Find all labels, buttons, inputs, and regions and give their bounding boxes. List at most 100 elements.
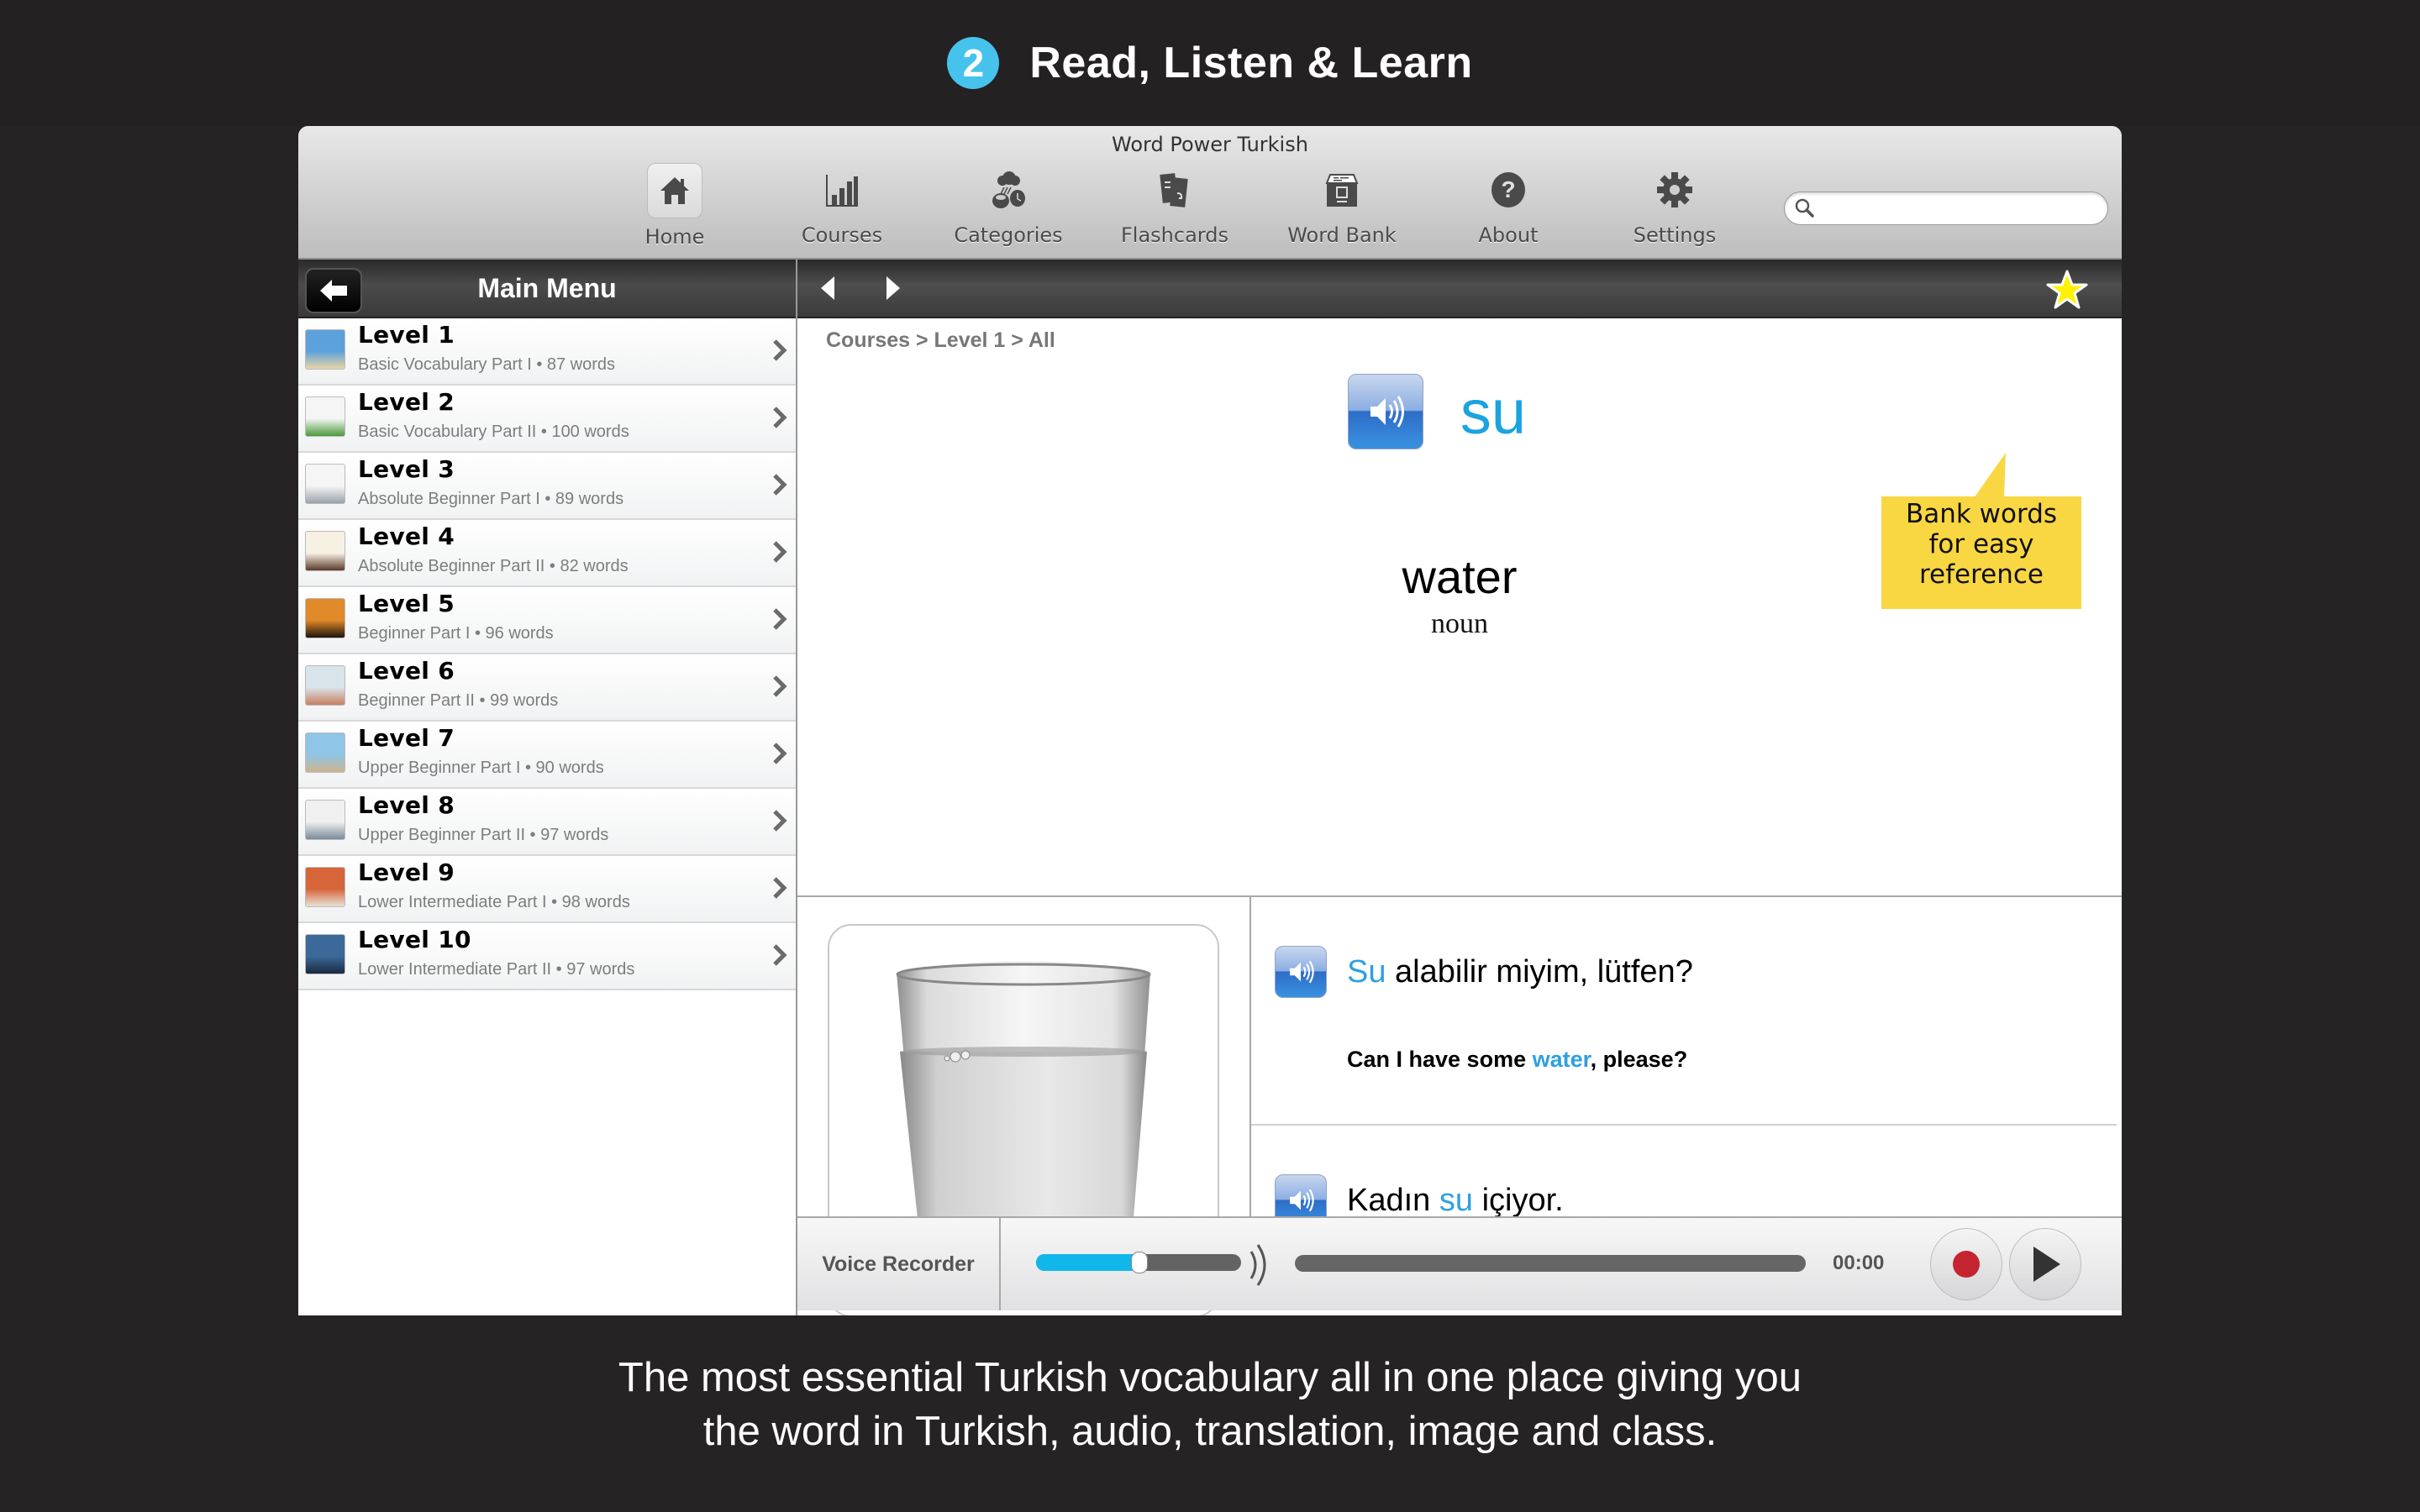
record-icon (1953, 1251, 1980, 1278)
turkish-sentence: Kadın su içiyor. (1347, 1183, 1564, 1219)
level-title: Level 9 (358, 858, 455, 886)
speaker-icon (1290, 1189, 1314, 1212)
sidebar-title: Main Menu (477, 273, 617, 303)
turkish-sentence: Su alabilir miyim, lütfen? (1347, 954, 1693, 990)
breadcrumb: Courses > Level 1 > All (826, 328, 1055, 352)
sentence-text: Kadın (1347, 1183, 1439, 1218)
word-audio-button[interactable] (1347, 374, 1423, 449)
examples-section: Su alabilir miyim, lütfen? Can I have so… (797, 895, 2122, 1315)
level-list-item[interactable]: Level 9 Lower Intermediate Part I • 98 wo… (298, 856, 796, 923)
arrow-right-icon (886, 276, 900, 300)
highlighted-word: su (1439, 1183, 1474, 1218)
highlighted-word: water (1532, 1047, 1591, 1072)
nav-flashcards[interactable]: Flashcards (1103, 163, 1246, 254)
level-list-item[interactable]: Level 6 Beginner Part II • 99 words (298, 654, 796, 722)
level-thumbnail (305, 800, 345, 840)
previous-word-button[interactable] (818, 275, 836, 306)
callout-line: reference (1918, 559, 2044, 590)
svg-text:?: ? (1501, 176, 1515, 202)
level-title: Level 1 (358, 321, 455, 349)
level-title: Level 6 (358, 657, 455, 685)
voice-recorder: Voice Recorder 00:00 (797, 1216, 2122, 1310)
sentence-text: alabilir miyim, lütfen? (1386, 954, 1693, 990)
chevron-right-icon (772, 473, 787, 501)
headline-text: Read, Listen & Learn (1029, 39, 1473, 87)
elapsed-time: 00:00 (1833, 1252, 1885, 1274)
sound-wave-icon (1249, 1244, 1266, 1286)
sentence-text: Can I have some (1347, 1047, 1533, 1072)
image-panel (797, 897, 1251, 1315)
app-window: Word Power Turkish Home Courses Categori… (298, 126, 2122, 1315)
chevron-right-icon (772, 607, 787, 635)
chevron-right-icon (772, 540, 787, 568)
nav-home[interactable]: Home (603, 163, 746, 254)
callout-line: Bank words (1905, 499, 2058, 529)
part-of-speech: noun (1431, 608, 1488, 639)
nav-courses[interactable]: Courses (771, 163, 913, 254)
level-title: Level 3 (358, 455, 455, 483)
search-field[interactable] (1784, 192, 2108, 225)
step-badge: 2 (947, 37, 1000, 89)
content-toolbar (797, 260, 2122, 318)
caption-line: The most essential Turkish vocabulary al… (618, 1355, 1802, 1400)
sentence-text: , please? (1590, 1047, 1688, 1072)
search-input[interactable] (1822, 196, 2094, 221)
play-icon (2033, 1247, 2060, 1282)
nav-word-bank[interactable]: Word Bank (1270, 163, 1413, 254)
level-subtitle: Lower Intermediate Part I • 98 words (358, 893, 630, 911)
flashcards-icon (1148, 163, 1202, 217)
level-subtitle: Basic Vocabulary Part I • 87 words (358, 355, 616, 374)
speaker-icon (1290, 960, 1314, 984)
level-list-item[interactable]: Level 4 Absolute Beginner Part II • 82 wo… (298, 520, 796, 587)
nav-flashcards-label: Flashcards (1121, 223, 1228, 247)
level-list-item[interactable]: Level 5 Beginner Part I • 96 words (298, 587, 796, 654)
word-detail-panel: Courses > Level 1 > All su water noun Ba… (797, 260, 2122, 1315)
chevron-right-icon (772, 675, 787, 702)
nav-about-label: About (1478, 223, 1539, 247)
level-subtitle: Upper Beginner Part I • 90 words (358, 759, 604, 777)
categories-icon (981, 163, 1035, 217)
nav-settings[interactable]: Settings (1603, 163, 1746, 254)
chevron-right-icon (772, 876, 787, 904)
window-title: Word Power Turkish (1112, 133, 1308, 156)
bank-word-button[interactable] (2046, 270, 2088, 314)
volume-fill (1036, 1254, 1139, 1271)
sentence-text: içiyor. (1473, 1183, 1564, 1218)
playback-progress-bar[interactable] (1295, 1255, 1806, 1272)
sentence-audio-button[interactable] (1275, 946, 1327, 998)
next-word-button[interactable] (885, 275, 903, 306)
volume-slider-thumb[interactable] (1131, 1252, 1148, 1273)
level-list: Level 1 Basic Vocabulary Part I • 87 word… (298, 318, 796, 990)
level-thumbnail (305, 867, 345, 907)
chevron-right-icon (772, 742, 787, 769)
level-list-item[interactable]: Level 10 Lower Intermediate Part II • 97 … (298, 923, 796, 990)
level-thumbnail (305, 396, 345, 437)
level-list-item[interactable]: Level 7 Upper Beginner Part I • 90 words (298, 722, 796, 789)
level-list-item[interactable]: Level 2 Basic Vocabulary Part II • 100 wo… (298, 386, 796, 453)
nav-categories[interactable]: Categories (937, 163, 1080, 254)
level-thumbnail (305, 464, 345, 504)
caption-line: the word in Turkish, audio, translation,… (702, 1409, 1718, 1454)
level-thumbnail (305, 665, 345, 706)
record-button[interactable] (1930, 1228, 2002, 1300)
level-title: Level 8 (358, 791, 455, 819)
level-title: Level 5 (358, 590, 455, 617)
nav-categories-label: Categories (954, 223, 1063, 247)
nav-courses-label: Courses (801, 223, 883, 247)
nav-about[interactable]: ? About (1437, 163, 1580, 254)
level-list-item[interactable]: Level 8 Upper Beginner Part II • 97 words (298, 789, 796, 856)
word-row: su (797, 374, 2122, 449)
gear-icon (1648, 163, 1702, 217)
example-sentence: Su alabilir miyim, lütfen? Can I have so… (1251, 897, 2117, 1116)
toolbar: Word Power Turkish Home Courses Categori… (298, 126, 2122, 260)
level-list-item[interactable]: Level 1 Basic Vocabulary Part I • 87 word… (298, 318, 796, 386)
level-subtitle: Beginner Part II • 99 words (358, 691, 559, 710)
play-button[interactable] (2009, 1228, 2081, 1300)
level-list-item[interactable]: Level 3 Absolute Beginner Part I • 89 wor… (298, 453, 796, 520)
level-thumbnail (305, 732, 345, 773)
word-bank-icon (1315, 163, 1369, 217)
highlighted-word: Su (1347, 954, 1386, 990)
chevron-right-icon (772, 339, 787, 366)
level-thumbnail (305, 531, 345, 571)
home-icon (647, 163, 702, 218)
